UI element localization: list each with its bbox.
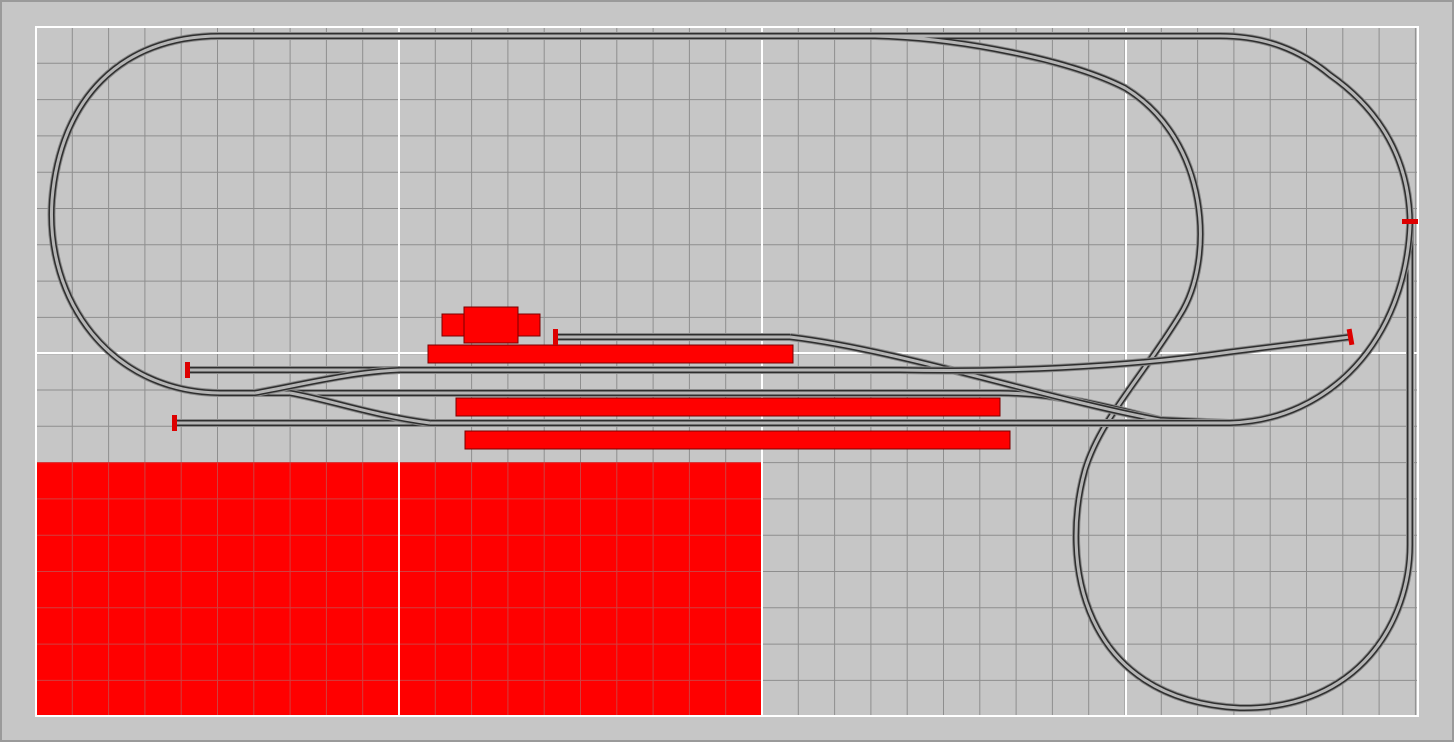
platform-3[interactable] (464, 430, 1011, 450)
buffer-stop-icon[interactable] (553, 329, 558, 345)
track-plan-canvas[interactable] (0, 0, 1454, 742)
buffer-stop-icon[interactable] (185, 362, 190, 378)
buffer-stop-icon[interactable] (1402, 219, 1418, 224)
track-plan-drawing[interactable] (0, 0, 1454, 742)
platform-2[interactable] (455, 397, 1001, 417)
station-building-main (463, 306, 519, 344)
buffer-stop-icon[interactable] (172, 415, 177, 431)
platform-1[interactable] (427, 344, 794, 364)
